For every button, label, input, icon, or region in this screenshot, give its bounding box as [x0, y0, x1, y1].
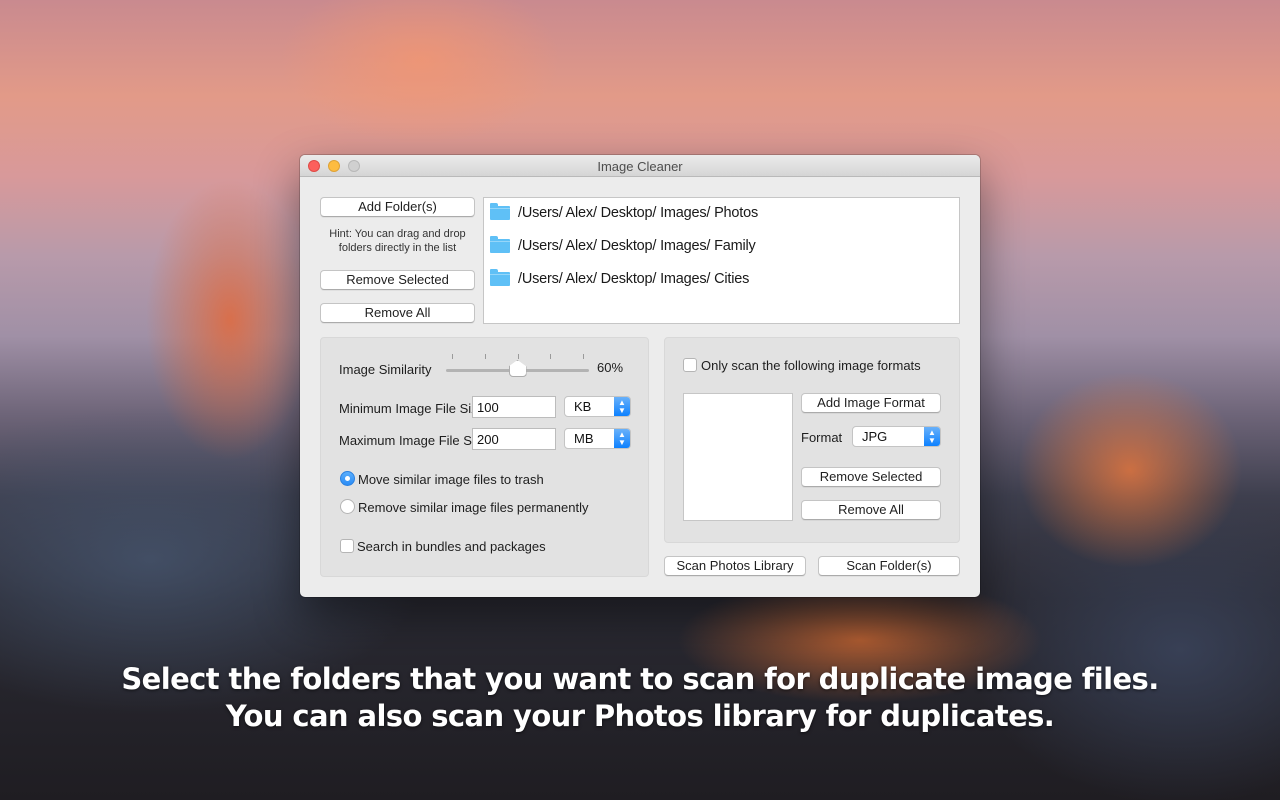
- image-formats-panel: Only scan the following image formats Ad…: [664, 337, 960, 543]
- move-to-trash-radio[interactable]: [340, 471, 355, 486]
- caption-line-2: You can also scan your Photos library fo…: [0, 698, 1280, 735]
- slider-tick: [518, 354, 519, 359]
- only-scan-formats-label[interactable]: Only scan the following image formats: [701, 358, 921, 373]
- remove-permanently-label[interactable]: Remove similar image files permanently: [358, 500, 588, 515]
- app-window: Image Cleaner Add Folder(s) Hint: You ca…: [300, 155, 980, 597]
- folder-list-item[interactable]: /Users/ Alex/ Desktop/ Images/ Cities: [490, 267, 749, 291]
- remove-all-formats-button[interactable]: Remove All: [801, 500, 941, 520]
- drag-drop-hint: Hint: You can drag and drop folders dire…: [320, 227, 475, 255]
- min-size-unit-value: KB: [574, 399, 591, 414]
- slider-tick: [583, 354, 584, 359]
- scan-photos-library-button[interactable]: Scan Photos Library: [664, 556, 806, 576]
- folder-list-item[interactable]: /Users/ Alex/ Desktop/ Images/ Photos: [490, 201, 758, 225]
- min-size-input[interactable]: [472, 396, 556, 418]
- slider-tick: [452, 354, 453, 359]
- scan-folders-button[interactable]: Scan Folder(s): [818, 556, 960, 576]
- folder-icon: [490, 272, 510, 286]
- stepper-arrows-icon: ▲▼: [614, 429, 630, 448]
- remove-all-folders-button[interactable]: Remove All: [320, 303, 475, 323]
- slider-tick: [485, 354, 486, 359]
- search-bundles-label[interactable]: Search in bundles and packages: [357, 539, 546, 554]
- format-select[interactable]: JPG ▲▼: [852, 426, 941, 447]
- folder-path: /Users/ Alex/ Desktop/ Images/ Photos: [518, 205, 758, 221]
- remove-selected-formats-button[interactable]: Remove Selected: [801, 467, 941, 487]
- stepper-arrows-icon: ▲▼: [924, 427, 940, 446]
- max-size-unit-select[interactable]: MB ▲▼: [564, 428, 631, 449]
- similarity-slider[interactable]: [321, 338, 621, 383]
- promo-caption: Select the folders that you want to scan…: [0, 661, 1280, 735]
- max-size-unit-value: MB: [574, 431, 594, 446]
- folder-icon: [490, 239, 510, 253]
- folder-icon: [490, 206, 510, 220]
- window-title: Image Cleaner: [300, 159, 980, 174]
- min-size-label: Minimum Image File Size: [339, 401, 485, 416]
- min-size-unit-select[interactable]: KB ▲▼: [564, 396, 631, 417]
- search-bundles-checkbox[interactable]: [340, 539, 354, 553]
- folder-list-item[interactable]: /Users/ Alex/ Desktop/ Images/ Family: [490, 234, 756, 258]
- format-list[interactable]: [683, 393, 793, 521]
- remove-selected-folders-button[interactable]: Remove Selected: [320, 270, 475, 290]
- remove-permanently-radio[interactable]: [340, 499, 355, 514]
- similarity-value: 60%: [597, 360, 623, 375]
- max-size-input[interactable]: [472, 428, 556, 450]
- format-value: JPG: [862, 429, 887, 444]
- only-scan-formats-checkbox[interactable]: [683, 358, 697, 372]
- folder-path: /Users/ Alex/ Desktop/ Images/ Family: [518, 238, 756, 254]
- format-label: Format: [801, 430, 842, 445]
- move-to-trash-label[interactable]: Move similar image files to trash: [358, 472, 544, 487]
- max-size-label: Maximum Image File Size: [339, 433, 489, 448]
- caption-line-1: Select the folders that you want to scan…: [0, 661, 1280, 698]
- slider-tick: [550, 354, 551, 359]
- add-folders-button[interactable]: Add Folder(s): [320, 197, 475, 217]
- stepper-arrows-icon: ▲▼: [614, 397, 630, 416]
- folder-path: /Users/ Alex/ Desktop/ Images/ Cities: [518, 271, 749, 287]
- add-image-format-button[interactable]: Add Image Format: [801, 393, 941, 413]
- slider-thumb[interactable]: [509, 360, 527, 377]
- folder-list[interactable]: /Users/ Alex/ Desktop/ Images/ Photos /U…: [483, 197, 960, 324]
- scan-options-panel: Image Similarity 60% Minimum Image File …: [320, 337, 649, 577]
- title-bar[interactable]: Image Cleaner: [300, 155, 980, 177]
